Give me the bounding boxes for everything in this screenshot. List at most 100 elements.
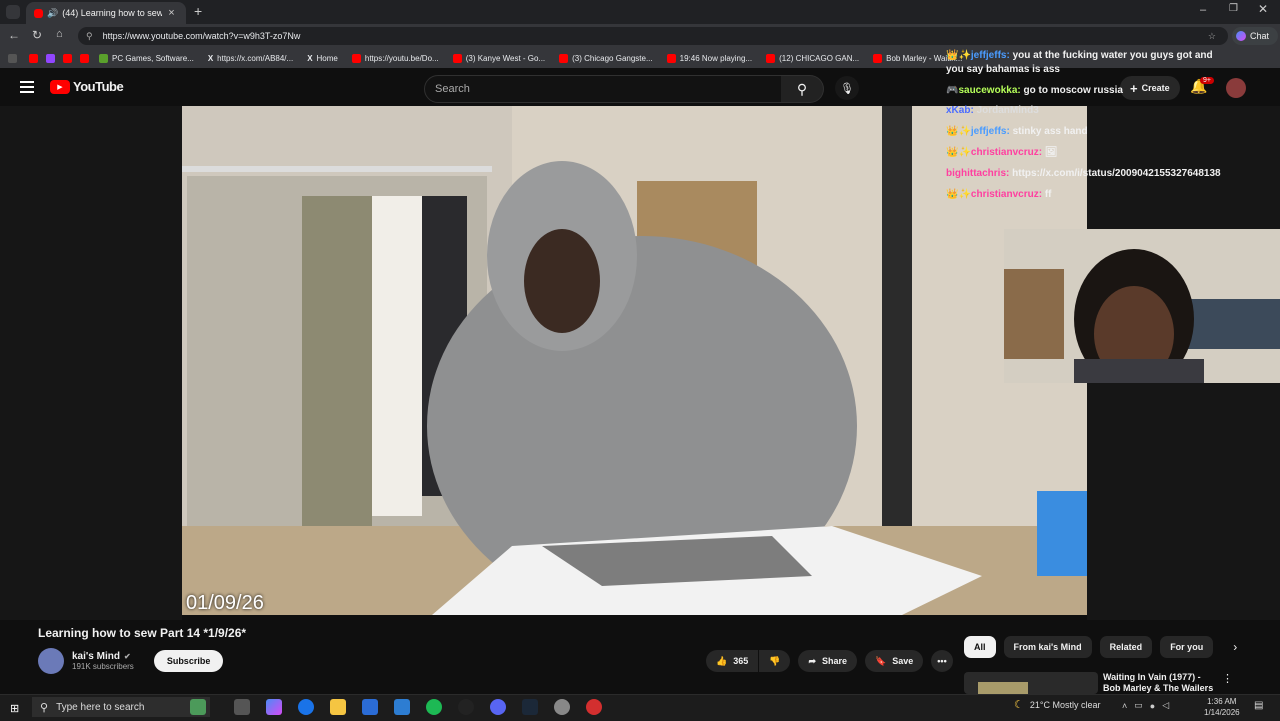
bookmark-youtube-icon[interactable]	[63, 53, 72, 63]
windows-start-icon[interactable]: ⊞	[10, 702, 19, 715]
chevron-up-icon[interactable]: ˄	[1122, 701, 1127, 711]
chat-badges-icon: 👑✨	[946, 188, 971, 200]
chat-emote-icon: 🖼	[1044, 146, 1058, 158]
bookmark-twitch-icon[interactable]	[46, 53, 55, 63]
chat-button-label: Chat	[1250, 31, 1270, 41]
settings-app-icon[interactable]	[394, 699, 410, 715]
app-icon[interactable]	[554, 699, 570, 715]
bookmark-item[interactable]: (3) Kanye West - Go...	[452, 53, 546, 63]
weather-widget[interactable]: ☾ 21°C Mostly clear	[1014, 698, 1101, 711]
browser-tab[interactable]: 🔊 (44) Learning how to sew Pa ×	[26, 2, 186, 24]
chip-for-you[interactable]: For you	[1160, 636, 1214, 658]
file-explorer-icon[interactable]	[330, 699, 346, 715]
chat-message: 🎮saucewokka: go to moscow russia	[946, 81, 1276, 102]
chat-text: go to moscow russia	[1023, 84, 1123, 96]
next-video-info[interactable]: Waiting In Vain (1977) - Bob Marley & Th…	[1103, 672, 1223, 694]
system-tray: ˄ ▭ ● ◁	[1122, 700, 1169, 711]
volume-icon[interactable]: ◁	[1162, 700, 1169, 711]
taskbar-search[interactable]: ⚲ Type here to search	[32, 697, 210, 717]
chat-message: 👑✨jeffjeffs: stinky ass hand	[946, 122, 1276, 143]
stream-chat-overlay: 👑✨jeffjeffs: you at the fucking water yo…	[946, 46, 1276, 205]
next-video-channel: Bob Marley & The Wailers	[1103, 683, 1214, 693]
bookmark-label: https://x.com/AB84/...	[217, 53, 294, 63]
bookmark-label: Home	[316, 53, 338, 63]
more-actions-button[interactable]: •••	[931, 650, 953, 672]
edge-browser-icon[interactable]	[298, 699, 314, 715]
spotify-icon[interactable]	[426, 699, 442, 715]
x-logo-icon: X	[307, 53, 313, 63]
search-icon: ⚲	[796, 80, 808, 97]
tab-search-button[interactable]	[6, 5, 20, 19]
search-button[interactable]: ⚲	[781, 75, 824, 103]
bookmark-item[interactable]: Xhttps://x.com/AB84/...	[208, 54, 293, 63]
audio-icon[interactable]: 🔊	[47, 8, 58, 19]
app-icon[interactable]	[586, 699, 602, 715]
home-icon[interactable]: ⌂	[56, 28, 63, 40]
close-tab-icon[interactable]: ×	[168, 7, 174, 19]
network-icon[interactable]: ▭	[1134, 700, 1143, 711]
search-placeholder: Search	[435, 83, 470, 95]
chevron-right-icon[interactable]: ›	[1233, 640, 1237, 654]
site-info-icon[interactable]: ⚲	[86, 31, 93, 42]
more-vertical-icon[interactable]: ⋮	[1222, 672, 1233, 685]
bookmark-youtube-icon[interactable]	[80, 53, 89, 63]
like-count: 365	[733, 656, 749, 666]
bookmark-label: (3) Kanye West - Go...	[465, 53, 546, 63]
discord-icon[interactable]	[490, 699, 506, 715]
new-tab-icon[interactable]: +	[194, 3, 202, 19]
task-view-icon[interactable]	[234, 699, 250, 715]
subscriber-count: 191K subscribers	[72, 662, 134, 671]
thumbs-down-icon: 👎	[769, 656, 781, 666]
notifications-icon[interactable]: ▤	[1254, 700, 1263, 711]
channel-avatar[interactable]	[38, 648, 64, 674]
app-icon[interactable]	[458, 699, 474, 715]
channel-info: kai's Mind ✔ 191K subscribers	[72, 651, 134, 671]
clock[interactable]: 1:36 AM 1/14/2026	[1204, 696, 1240, 718]
chat-username: saucewokka:	[958, 84, 1021, 96]
chat-text: JordanMind3	[976, 105, 1039, 117]
chat-message: 👑✨christianvcruz: ff	[946, 185, 1276, 206]
chip-all[interactable]: All	[964, 636, 996, 658]
copilot-icon[interactable]	[266, 699, 282, 715]
chat-message: 👑✨christianvcruz: 🖼	[946, 143, 1276, 164]
close-window-icon[interactable]: ✕	[1258, 2, 1268, 16]
maximize-icon[interactable]: ❐	[1229, 3, 1238, 14]
steam-icon[interactable]	[522, 699, 538, 715]
save-label: Save	[892, 656, 914, 666]
youtube-logo[interactable]: ▶ YouTube	[50, 79, 124, 94]
dislike-button[interactable]: 👎	[759, 650, 791, 672]
share-button[interactable]: ➦ Share	[798, 650, 858, 672]
bookmark-item[interactable]: X Home	[307, 54, 338, 63]
bookmark-item[interactable]: https://youtu.be/Do...	[351, 53, 439, 63]
chip-from-channel[interactable]: From kai's Mind	[1003, 636, 1092, 658]
bookmark-item[interactable]: (3) Chicago Gangste...	[559, 53, 653, 63]
clock-time: 1:36 AM	[1207, 697, 1237, 706]
voice-search-button[interactable]: 🎙	[835, 76, 859, 100]
chat-text: stinky ass hand	[1012, 126, 1088, 138]
url-field[interactable]: ⚲ https://www.youtube.com/watch?v=w9h3T-…	[78, 27, 1228, 45]
chat-button[interactable]: Chat	[1232, 27, 1278, 45]
apps-icon[interactable]	[8, 53, 17, 63]
bookmark-item[interactable]: PC Games, Software...	[99, 53, 194, 63]
reload-icon[interactable]: ↻	[32, 28, 42, 42]
menu-icon[interactable]	[20, 81, 34, 93]
bookmark-item[interactable]: (12) CHICAGO GAN...	[766, 53, 859, 63]
favorite-star-icon[interactable]: ☆	[1208, 31, 1216, 42]
subscribe-button[interactable]: Subscribe	[153, 650, 224, 672]
search-input[interactable]: Search	[424, 75, 782, 103]
like-button[interactable]: 👍 365	[706, 650, 759, 672]
minimize-icon[interactable]: –	[1200, 4, 1206, 16]
action-bar: 👍 365 👎 ➦ Share 🔖 Save •••	[706, 650, 953, 672]
chat-badges-icon: 🎮	[946, 84, 959, 96]
bookmark-youtube-icon[interactable]	[29, 53, 38, 63]
store-icon[interactable]	[362, 699, 378, 715]
bookmark-item[interactable]: 19:46 Now playing...	[666, 53, 752, 63]
back-icon[interactable]: ←	[8, 28, 20, 42]
channel-name[interactable]: kai's Mind	[72, 651, 120, 662]
youtube-logo-text: YouTube	[73, 79, 124, 94]
bookmark-favicon-icon	[559, 53, 569, 63]
save-button[interactable]: 🔖 Save	[865, 650, 924, 672]
next-video-thumbnail[interactable]	[964, 672, 1098, 694]
chip-related[interactable]: Related	[1099, 636, 1153, 658]
microphone-icon[interactable]: ●	[1150, 701, 1155, 711]
